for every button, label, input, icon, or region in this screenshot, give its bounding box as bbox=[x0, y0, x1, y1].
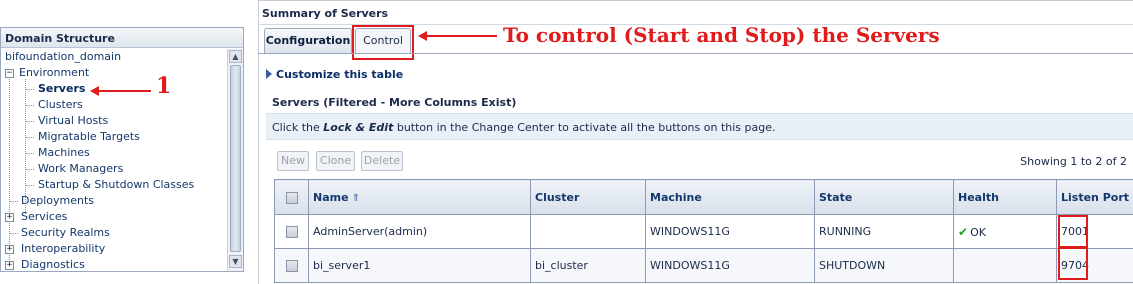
domain-tree: bifoundation_domain − Environment Server… bbox=[1, 49, 227, 271]
lock-edit-emphasis: Lock & Edit bbox=[323, 121, 394, 134]
row-checkbox[interactable] bbox=[285, 226, 298, 238]
tree-item-diagnostics[interactable]: Diagnostics bbox=[21, 257, 85, 271]
sort-ascending-icon[interactable]: ⇑ bbox=[352, 193, 360, 204]
tree-item-deployments[interactable]: Deployments bbox=[21, 193, 94, 209]
tree-connector bbox=[26, 153, 34, 154]
health-label: OK bbox=[970, 225, 986, 239]
tree-item-security-realms[interactable]: Security Realms bbox=[21, 225, 110, 241]
divider bbox=[258, 0, 1133, 1]
tree-connector bbox=[9, 72, 10, 271]
column-header-name[interactable]: Name ⇑ bbox=[308, 179, 531, 215]
expand-icon[interactable]: + bbox=[5, 261, 14, 270]
tree-connector bbox=[26, 137, 34, 138]
tree-connector bbox=[10, 233, 18, 234]
info-message: Click the Lock & Edit button in the Chan… bbox=[266, 113, 1133, 140]
machine-link[interactable]: WINDOWS11G bbox=[645, 248, 815, 283]
pagination-status: Showing 1 to 2 of 2 bbox=[1020, 155, 1127, 168]
customize-table-label: Customize this table bbox=[276, 68, 404, 81]
health-cell: ✔ OK bbox=[953, 214, 1057, 249]
domain-structure-title: Domain Structure bbox=[1, 28, 243, 48]
new-button[interactable]: New bbox=[277, 151, 309, 171]
column-header-state[interactable]: State bbox=[814, 179, 954, 215]
servers-table-title: Servers (Filtered - More Columns Exist) bbox=[272, 96, 517, 109]
tree-connector bbox=[26, 121, 34, 122]
tree-item-environment[interactable]: Environment bbox=[19, 65, 89, 81]
scroll-up-icon[interactable]: ▲ bbox=[229, 50, 242, 63]
expand-icon[interactable]: + bbox=[5, 245, 14, 254]
annotation-highlight-box bbox=[352, 25, 414, 60]
table-header-row: Name ⇑ Cluster Machine State Health Liste… bbox=[274, 179, 1133, 215]
cluster-link[interactable]: bi_cluster bbox=[530, 248, 646, 283]
row-checkbox[interactable] bbox=[285, 260, 298, 272]
select-all-checkbox[interactable] bbox=[285, 191, 298, 204]
expand-icon[interactable]: + bbox=[5, 213, 14, 222]
clone-button[interactable]: Clone bbox=[316, 151, 355, 171]
column-header-health[interactable]: Health bbox=[953, 179, 1057, 215]
summary-of-servers-panel: Summary of Servers Configuration Control… bbox=[258, 0, 1133, 284]
select-all-header[interactable] bbox=[274, 179, 309, 215]
servers-table: Name ⇑ Cluster Machine State Health Liste… bbox=[274, 179, 1133, 283]
annotation-arrow bbox=[423, 35, 497, 37]
tree-item-interoperability[interactable]: Interoperability bbox=[21, 241, 105, 257]
tree-connector bbox=[10, 201, 18, 202]
tree-root-domain[interactable]: bifoundation_domain bbox=[5, 49, 121, 65]
row-select-cell[interactable] bbox=[274, 248, 309, 283]
tree-item-servers[interactable]: Servers bbox=[38, 81, 85, 97]
annotation-highlight-box bbox=[1058, 246, 1088, 280]
divider bbox=[258, 0, 259, 284]
tab-strip-divider bbox=[258, 53, 1133, 54]
annotation-label-1: 1 bbox=[156, 73, 172, 99]
tree-connector bbox=[26, 169, 34, 170]
annotation-arrow bbox=[95, 90, 151, 92]
row-select-cell[interactable] bbox=[274, 214, 309, 249]
health-cell bbox=[953, 248, 1057, 283]
tree-scrollbar[interactable]: ▲ ▼ bbox=[227, 49, 243, 271]
annotation-control-note: To control (Start and Stop) the Servers bbox=[503, 23, 940, 47]
tree-item-clusters[interactable]: Clusters bbox=[38, 97, 83, 113]
scroll-down-icon[interactable]: ▼ bbox=[229, 255, 242, 268]
tree-connector bbox=[26, 89, 34, 90]
expand-triangle-icon bbox=[266, 69, 272, 79]
tree-item-services[interactable]: Services bbox=[21, 209, 67, 225]
column-header-cluster[interactable]: Cluster bbox=[530, 179, 646, 215]
page-title: Summary of Servers bbox=[262, 7, 389, 20]
column-name-label: Name bbox=[313, 190, 349, 204]
tree-item-startup-shutdown-classes[interactable]: Startup & Shutdown Classes bbox=[38, 177, 194, 193]
customize-table-link[interactable]: Customize this table bbox=[266, 68, 403, 81]
annotation-highlight-box bbox=[1058, 215, 1088, 249]
ok-check-icon: ✔ bbox=[958, 224, 969, 239]
domain-structure-panel: Domain Structure bifoundation_domain − E… bbox=[0, 27, 244, 272]
delete-button[interactable]: Delete bbox=[361, 151, 403, 171]
info-suffix: button in the Change Center to activate … bbox=[393, 121, 776, 134]
tree-connector bbox=[26, 105, 34, 106]
column-header-machine[interactable]: Machine bbox=[645, 179, 815, 215]
state-cell: SHUTDOWN bbox=[814, 248, 954, 283]
scrollbar-thumb[interactable] bbox=[230, 65, 241, 252]
table-row: bi_server1 bi_cluster WINDOWS11G SHUTDOW… bbox=[274, 248, 1133, 283]
column-header-listen-port[interactable]: Listen Port bbox=[1056, 179, 1133, 215]
server-name-link[interactable]: AdminServer(admin) bbox=[308, 214, 531, 249]
server-name-link[interactable]: bi_server1 bbox=[308, 248, 531, 283]
info-prefix: Click the bbox=[272, 121, 324, 134]
tree-item-work-managers[interactable]: Work Managers bbox=[38, 161, 123, 177]
table-row: AdminServer(admin) WINDOWS11G RUNNING ✔ O… bbox=[274, 214, 1133, 249]
tab-configuration[interactable]: Configuration bbox=[264, 28, 352, 53]
tree-item-machines[interactable]: Machines bbox=[38, 145, 90, 161]
cluster-cell bbox=[530, 214, 646, 249]
tree-item-migratable-targets[interactable]: Migratable Targets bbox=[38, 129, 140, 145]
tree-item-virtual-hosts[interactable]: Virtual Hosts bbox=[38, 113, 108, 129]
collapse-icon[interactable]: − bbox=[5, 69, 14, 78]
tree-connector bbox=[26, 185, 34, 186]
machine-link[interactable]: WINDOWS11G bbox=[645, 214, 815, 249]
state-cell: RUNNING bbox=[814, 214, 954, 249]
